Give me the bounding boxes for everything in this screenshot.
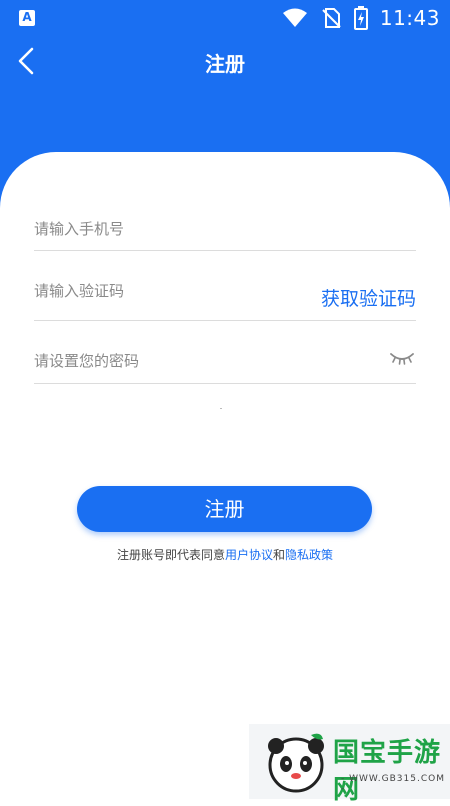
watermark: 国宝手游网 - WWW.GB315.COM -	[249, 724, 450, 805]
eye-closed-icon	[390, 353, 414, 365]
phone-input[interactable]	[34, 220, 294, 238]
agreement-prefix: 注册账号即代表同意	[116, 548, 225, 562]
get-code-button[interactable]: 获取验证码	[321, 284, 416, 311]
register-button[interactable]: 注册	[77, 486, 372, 532]
phone-field	[34, 210, 416, 251]
privacy-policy-link[interactable]: 隐私政策	[285, 548, 333, 562]
agreement-text: 注册账号即代表同意用户协议和隐私政策	[0, 546, 450, 563]
agreement-and: 和	[273, 548, 286, 562]
status-time: 11:43	[379, 6, 440, 30]
status-icons: 11:43	[282, 6, 440, 30]
no-sim-icon	[322, 8, 341, 28]
user-agreement-link[interactable]: 用户协议	[225, 548, 273, 562]
verification-code-input[interactable]	[34, 282, 294, 300]
app-notification-letter: A	[22, 10, 32, 24]
verification-code-field: 获取验证码	[34, 272, 416, 321]
status-bar: A 11:43	[0, 0, 450, 36]
battery-charging-icon	[353, 6, 368, 30]
watermark-brand: 国宝手游网	[333, 738, 442, 805]
page-title: 注册	[205, 52, 245, 76]
wifi-icon	[282, 8, 307, 27]
panda-logo-icon	[268, 733, 324, 793]
password-field	[34, 344, 416, 384]
password-visibility-toggle[interactable]	[390, 350, 414, 366]
password-input[interactable]	[34, 352, 294, 370]
divider-dot	[220, 408, 222, 409]
app-notification-icon: A	[19, 10, 35, 26]
watermark-url: - WWW.GB315.COM -	[341, 774, 445, 794]
